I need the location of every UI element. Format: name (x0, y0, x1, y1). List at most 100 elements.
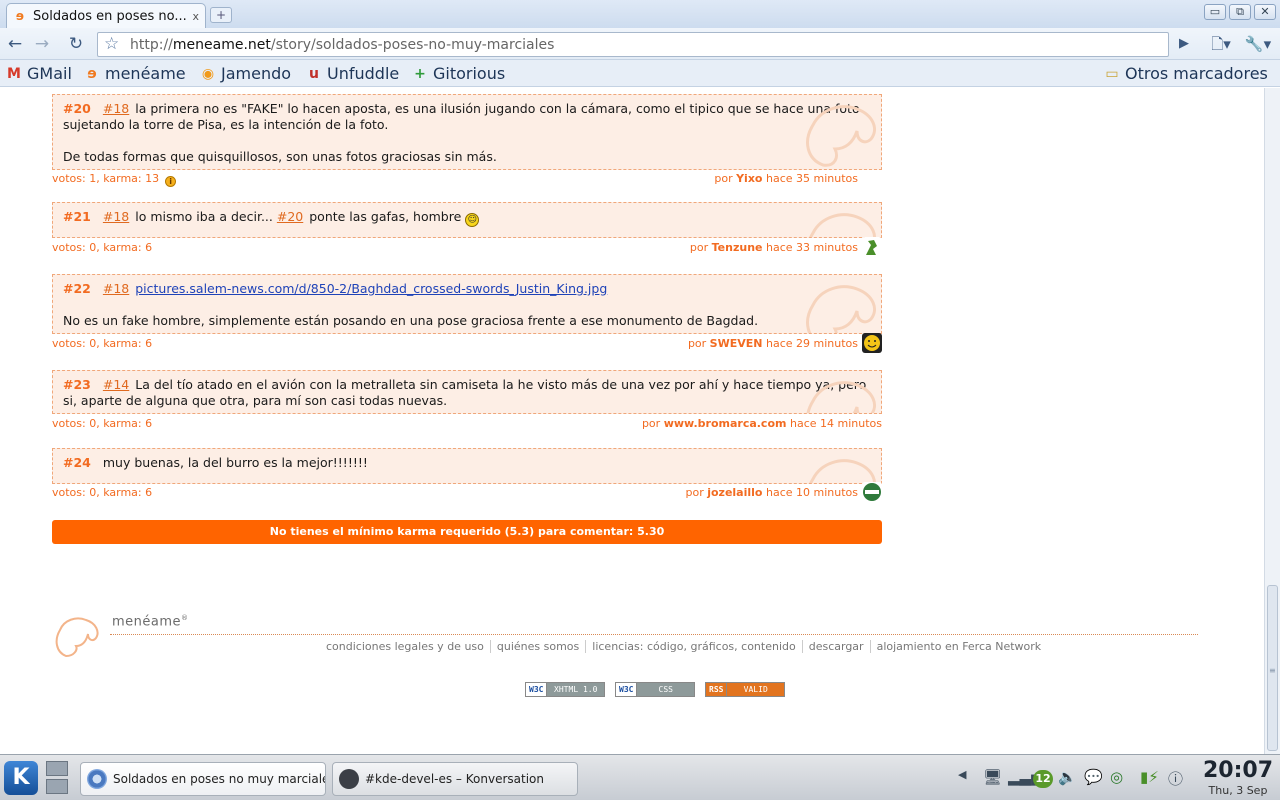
footer-link-hosting[interactable]: alojamiento en Ferca Network (871, 640, 1048, 653)
chrome-icon (87, 769, 107, 789)
comment-meta: votos: 0, karma: 6 por jozelaillo hace 1… (52, 482, 882, 502)
footer-brand: menéame® (112, 614, 189, 630)
meneame-watermark-icon (806, 285, 876, 333)
comment-number[interactable]: #24 (63, 455, 91, 470)
comment-reference-link[interactable]: #18 (103, 281, 129, 296)
unfuddle-icon: u (309, 65, 319, 82)
desktop-pager[interactable] (46, 761, 70, 795)
comment-20: #20 #18 la primera no es "FAKE" lo hacen … (52, 94, 882, 170)
bookmark-label: Gitorious (433, 64, 506, 83)
chat-bubble-icon[interactable]: 💬 (1084, 768, 1103, 786)
task-chrome-window[interactable]: Soldados en poses no muy marciale (80, 762, 326, 796)
bookmark-label: Unfuddle (327, 64, 400, 83)
close-window-button[interactable]: ✕ (1254, 4, 1276, 20)
comment-number[interactable]: #23 (63, 377, 91, 392)
clock[interactable]: 20:07 Thu, 3 Sep (1200, 758, 1276, 797)
page-menu-icon[interactable]: 🗋▾ (1206, 32, 1236, 56)
vote-count: votos: 0, karma: 6 (52, 486, 153, 499)
bookmark-men-ame[interactable]: ɘ menéame (84, 64, 186, 83)
tab-title: Soldados en poses no... (33, 8, 187, 24)
comment-author-link[interactable]: www.bromarca.com (664, 417, 787, 430)
comment-author-link[interactable]: jozelaillo (707, 486, 762, 499)
w3c-css-badge[interactable]: W3C CSS (615, 682, 695, 697)
music-player-icon[interactable]: ◎ (1110, 768, 1123, 786)
vertical-scrollbar[interactable]: ≡ (1264, 88, 1280, 754)
vote-count: votos: 1, karma: 13 (52, 172, 160, 185)
go-play-icon[interactable]: ▶ (1172, 32, 1196, 56)
jamendo-icon: ◉ (201, 65, 215, 82)
folder-icon: ▭ (1105, 65, 1119, 82)
meneame-watermark-icon (806, 381, 876, 413)
comment-meta: votos: 0, karma: 6 por SWEVEN hace 29 mi… (52, 333, 882, 353)
comment-text: ponte las gafas, hombre (309, 209, 462, 224)
user-avatar[interactable] (862, 237, 882, 257)
meneame-icon: ɘ (87, 65, 97, 82)
meneame-watermark-icon (809, 459, 876, 483)
comment-number[interactable]: #21 (63, 209, 91, 224)
address-bar[interactable]: ☆ http://meneame.net/story/soldados-pose… (97, 32, 1169, 57)
vote-count: votos: 0, karma: 6 (52, 241, 153, 254)
footer-divider (110, 634, 1198, 635)
bookmark-unfuddle[interactable]: u Unfuddle (306, 64, 399, 83)
comment-text: De todas formas que quisquillosos, son u… (63, 149, 497, 164)
comment-meta: votos: 0, karma: 6 por Tenzune hace 33 m… (52, 237, 882, 257)
maximize-button[interactable]: ⧉ (1229, 4, 1251, 20)
footer-link-download[interactable]: descargar (802, 640, 871, 653)
user-avatar[interactable] (862, 333, 882, 353)
forward-arrow-icon[interactable]: → (30, 32, 54, 56)
comment-external-link[interactable]: pictures.salem-news.com/d/850-2/Baghdad_… (135, 281, 607, 296)
browser-tab[interactable]: ɘ Soldados en poses no... x (6, 3, 206, 28)
bookmark-star-icon[interactable]: ☆ (104, 34, 119, 54)
comment-number[interactable]: #22 (63, 281, 91, 296)
bookmark-gmail[interactable]: M GMail (6, 64, 72, 83)
comment-author-link[interactable]: Tenzune (712, 241, 763, 254)
footer-link-licenses[interactable]: licencias: código, gráficos, contenido (586, 640, 803, 653)
comment-text: No es un fake hombre, simplemente están … (63, 313, 759, 328)
meneame-logo-icon[interactable] (52, 612, 102, 658)
url-text[interactable]: http://meneame.net/story/soldados-poses-… (130, 37, 554, 53)
updates-count-badge[interactable]: 12 (1033, 770, 1053, 788)
bookmark-label: menéame (105, 64, 186, 83)
konversation-icon (339, 769, 359, 789)
tab-close-icon[interactable]: x (192, 10, 199, 23)
comment-number[interactable]: #20 (63, 101, 91, 116)
gitorious-icon: + (414, 65, 426, 82)
comment-text: La del tío atado en el avión con la metr… (63, 377, 867, 408)
comment-24: #24 muy buenas, la del burro es la mejor!… (52, 448, 882, 484)
kde-start-button[interactable]: K (4, 761, 38, 795)
rss-valid-badge[interactable]: RSS VALID (705, 682, 785, 697)
comment-23: #23 #14 La del tío atado en el avión con … (52, 370, 882, 414)
bookmarks-bar: ▭ Otros marcadores M GMail ɘ menéame ◉ Jamend… (0, 60, 1280, 87)
comment-reference-link[interactable]: #18 (103, 209, 129, 224)
network-icon[interactable]: 🖥 (983, 768, 1002, 786)
battery-icon[interactable]: ▮⚡ (1140, 768, 1159, 786)
reload-icon[interactable]: ↻ (64, 32, 88, 56)
comment-author-link[interactable]: Yixo (736, 172, 762, 185)
new-tab-button[interactable]: + (210, 7, 232, 23)
karma-info-icon[interactable]: i (165, 176, 177, 187)
comment-reference-link[interactable]: #18 (103, 101, 129, 116)
gmail-icon: M (7, 65, 21, 82)
bookmark-label: Jamendo (221, 64, 292, 83)
user-avatar[interactable] (862, 482, 882, 502)
w3c-xhtml-badge[interactable]: W3C XHTML 1.0 (525, 682, 605, 697)
footer-link-legal[interactable]: condiciones legales y de uso (320, 640, 491, 653)
comment-author-link[interactable]: SWEVEN (710, 337, 763, 350)
task-konversation-window[interactable]: #kde-devel-es – Konversation (332, 762, 578, 796)
tray-expand-arrow-icon[interactable]: ◀ (958, 768, 966, 781)
comment-meta: votos: 1, karma: 13 i por Yixo hace 35 mi… (52, 172, 858, 187)
back-arrow-icon[interactable]: ← (3, 32, 27, 56)
other-bookmarks-folder[interactable]: ▭ Otros marcadores (1104, 64, 1268, 83)
vote-count: votos: 0, karma: 6 (52, 417, 153, 430)
footer-link-about[interactable]: quiénes somos (490, 640, 587, 653)
comment-reference-link[interactable]: #14 (103, 377, 129, 392)
volume-icon[interactable]: 🔈 (1058, 768, 1077, 786)
comment-reference-link[interactable]: #20 (277, 209, 303, 224)
info-icon[interactable]: ⓘ (1168, 768, 1183, 789)
footer-links: condiciones legales y de uso quiénes somo… (320, 640, 1047, 653)
bookmark-jamendo[interactable]: ◉ Jamendo (200, 64, 291, 83)
bookmark-gitorious[interactable]: + Gitorious (412, 64, 505, 83)
wrench-menu-icon[interactable]: 🔧▾ (1242, 32, 1274, 56)
minimize-button[interactable]: ▭ (1204, 4, 1226, 20)
kde-taskbar: K Soldados en poses no muy marciale #kde… (0, 754, 1280, 800)
